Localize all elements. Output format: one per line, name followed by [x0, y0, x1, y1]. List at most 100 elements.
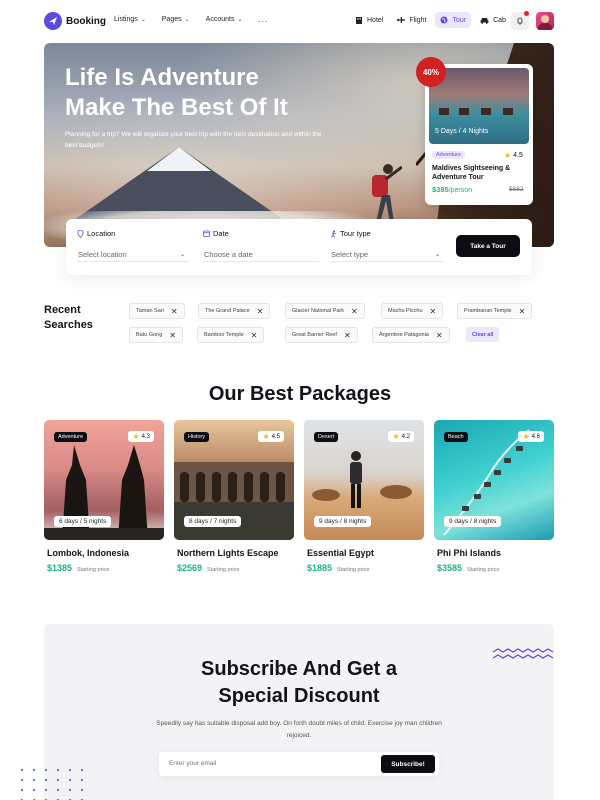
close-icon[interactable]: ✕ [519, 307, 526, 316]
rating-value: 4.6 [531, 433, 540, 440]
close-icon[interactable]: ✕ [257, 307, 264, 316]
field-label: Location [87, 229, 116, 238]
tab-hotel[interactable]: Hotel [350, 12, 388, 28]
package-card[interactable]: Desert ★ 4.2 9 days / 8 nights Essential … [304, 420, 424, 573]
select-placeholder: Select location [78, 249, 127, 259]
tour-type-field[interactable]: Tour type Select type ⌄ [330, 229, 444, 262]
package-card[interactable]: Beach ★ 4.6 9 days / 8 nights Phi Phi Isl… [434, 420, 554, 573]
hero-title-line: Make The Best Of It [65, 94, 288, 121]
recent-tag[interactable]: Prambanan Temple ✕ [457, 303, 533, 319]
hut-shape [459, 108, 469, 115]
location-select[interactable]: Select location ⌄ [77, 247, 189, 262]
close-icon[interactable]: ✕ [169, 331, 176, 340]
rating-value: 4.3 [141, 433, 150, 440]
menu-accounts[interactable]: Accounts ⌄ [206, 16, 243, 23]
package-name[interactable]: Essential Egypt [307, 548, 424, 558]
date-field[interactable]: Date Choose a date [203, 229, 319, 262]
recent-tag[interactable]: Argentine Patagonia ✕ [372, 327, 450, 343]
tag-label: The Grand Palace [205, 308, 250, 314]
email-field[interactable] [169, 760, 359, 767]
close-icon[interactable]: ✕ [344, 331, 351, 340]
tour-type-label: Tour type [330, 229, 444, 238]
star-icon: ★ [504, 151, 512, 160]
subscribe-description: Speedily say has suitable disposal add b… [156, 720, 442, 739]
menu-listings[interactable]: Listings ⌄ [114, 16, 146, 23]
more-menu-button[interactable]: ... [258, 15, 268, 23]
clear-all-button[interactable]: Clear all [466, 327, 500, 342]
user-avatar[interactable] [536, 12, 554, 30]
tab-flight[interactable]: Flight [392, 12, 431, 28]
recent-tag[interactable]: Bamboo Temple ✕ [197, 327, 265, 343]
hero-title: Life Is Adventure Make The Best Of It [65, 63, 288, 123]
tab-tour[interactable]: Tour [435, 12, 472, 28]
price-caption: Starting price [207, 567, 240, 573]
select-placeholder: Select type [331, 249, 369, 259]
take-a-tour-button[interactable]: Take a Tour [456, 235, 520, 257]
package-category-badge: Beach [444, 432, 468, 442]
brand-logo[interactable]: Booking [44, 12, 106, 30]
rating-value: 4.5 [271, 433, 280, 440]
close-icon[interactable]: ✕ [171, 307, 178, 316]
tour-search-bar: Location Select location ⌄ Date Choose a … [66, 219, 532, 275]
subscribe-title-line: Special Discount [218, 685, 380, 707]
notifications-button[interactable] [511, 11, 529, 30]
tag-label: Argentine Patagonia [379, 332, 429, 338]
close-icon[interactable]: ✕ [430, 307, 437, 316]
recent-tag[interactable]: Batu Gong ✕ [129, 327, 183, 343]
close-icon[interactable]: ✕ [436, 331, 443, 340]
package-name[interactable]: Northern Lights Escape [177, 548, 294, 558]
menu-label: Pages [161, 16, 182, 23]
recent-tag[interactable]: Great Barrier Reef ✕ [285, 327, 358, 343]
location-field[interactable]: Location Select location ⌄ [77, 229, 189, 262]
hut-shape [503, 108, 513, 115]
package-price: $1885 Starting price [307, 563, 424, 573]
package-category-badge: Desert [314, 432, 339, 442]
package-image: Desert ★ 4.2 9 days / 8 nights [304, 420, 424, 540]
menu-pages[interactable]: Pages ⌄ [162, 16, 190, 23]
featured-title: Maldives Sightseeing & Adventure Tour [432, 165, 511, 181]
close-icon[interactable]: ✕ [251, 331, 258, 340]
close-icon[interactable]: ✕ [351, 307, 358, 316]
tag-label: Machu Picchu [388, 308, 423, 314]
packages-title: Our Best Packages [208, 383, 392, 405]
location-pin-icon [77, 229, 84, 238]
star-icon: ★ [132, 432, 140, 441]
chevron-down-icon: ⌄ [179, 251, 185, 258]
recent-tag[interactable]: Glacier National Park ✕ [285, 303, 365, 319]
package-card[interactable]: History ★ 4.5 8 days / 7 nights Northern … [174, 420, 294, 573]
package-duration: 8 days / 7 nights [184, 516, 242, 527]
car-icon [480, 18, 489, 24]
price-value: $3585 [437, 563, 463, 573]
package-image: Adventure ★ 4.3 6 days / 5 nights [44, 420, 164, 540]
package-rating: ★ 4.6 [518, 431, 544, 442]
price-unit: /person [448, 187, 473, 194]
bell-icon [517, 17, 523, 25]
recent-tag[interactable]: Machu Picchu ✕ [381, 303, 444, 319]
globe-icon [440, 16, 448, 24]
package-rating: ★ 4.3 [128, 431, 154, 442]
date-input[interactable]: Choose a date [203, 247, 319, 262]
recent-tag[interactable]: The Grand Palace ✕ [198, 303, 271, 319]
subscribe-button[interactable]: Subscribe! [381, 755, 435, 773]
package-name[interactable]: Lombok, Indonesia [47, 548, 164, 558]
plane-logo-icon [44, 12, 62, 30]
input-placeholder: Choose a date [204, 249, 253, 259]
featured-rating: ★ 4.5 [504, 151, 523, 160]
featured-old-price: $682 [509, 186, 524, 193]
subscribe-title-line: Subscribe And Get a [201, 658, 397, 680]
field-label: Tour type [340, 229, 371, 238]
field-label: Date [213, 229, 229, 238]
tab-cab[interactable]: Cab [475, 12, 511, 28]
tour-type-select[interactable]: Select type ⌄ [330, 247, 444, 262]
package-card[interactable]: Adventure ★ 4.3 6 days / 5 nights Lombok,… [44, 420, 164, 573]
featured-duration: 5 Days / 4 Nights [435, 128, 489, 135]
package-name[interactable]: Phi Phi Islands [437, 548, 554, 558]
recent-tag[interactable]: Taman Sari ✕ [129, 303, 185, 319]
plane-icon [397, 16, 406, 24]
tag-label: Batu Gong [136, 332, 163, 338]
travel-mode-tabs: Hotel Flight Tour Cab [350, 12, 511, 28]
package-category-badge: Adventure [54, 432, 88, 442]
price-value: $385 [432, 185, 449, 194]
featured-tour-card[interactable]: 5 Days / 4 Nights [425, 64, 533, 205]
price-value: $1885 [307, 563, 333, 573]
